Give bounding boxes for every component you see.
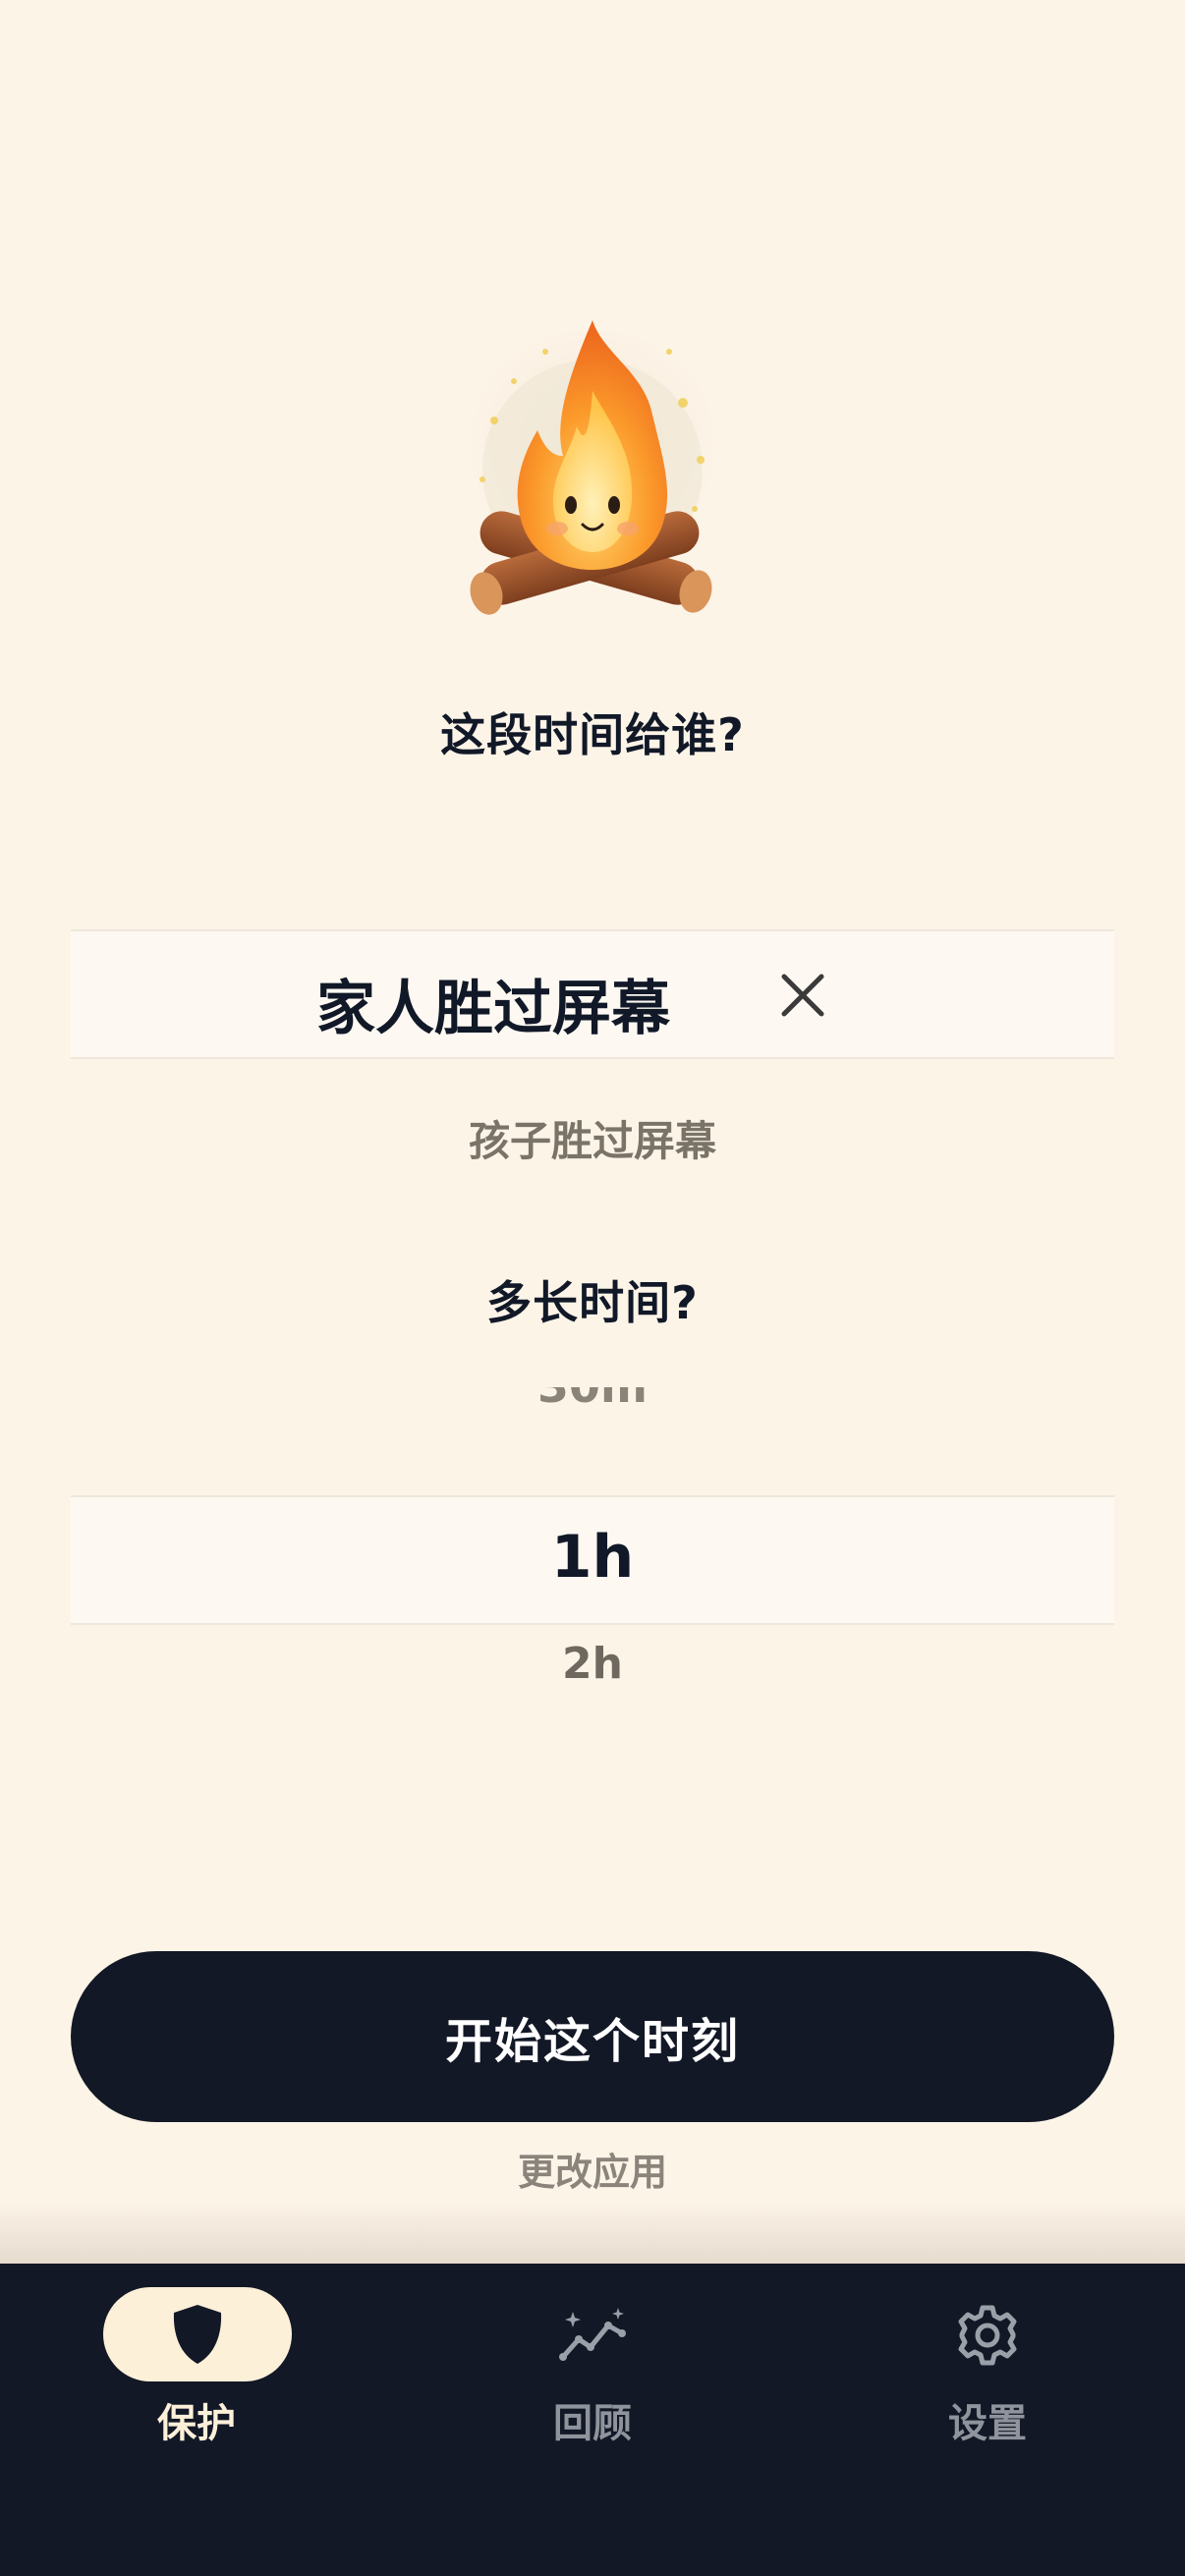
nav-item-review[interactable]: 回顾 [445,2287,740,2464]
duration-selected-option[interactable]: 1h [71,1523,1114,1592]
who-question: 这段时间给谁? [440,708,745,761]
duration-question: 多长时间? [486,1276,699,1329]
gear-icon [943,2291,1032,2380]
nav-item-settings[interactable]: 设置 [840,2287,1135,2464]
protect-screen: 这段时间给谁? 家人胜过屏幕 孩子胜过屏幕 多长时间? 30m 1h 2h 开始… [0,0,1185,2576]
nav-item-protect[interactable]: 保护 [49,2287,344,2464]
change-apps-link[interactable]: 更改应用 [0,2142,1185,2196]
sparkle-trend-icon [548,2291,637,2380]
nav-label-review: 回顾 [553,2401,632,2446]
duration-next-option[interactable]: 2h [0,1639,1185,1689]
close-icon[interactable] [780,973,825,1018]
who-next-option[interactable]: 孩子胜过屏幕 [0,1108,1185,1168]
duration-prev-option-clip: 30m [0,1387,1185,1411]
campfire-mascot-icon [463,320,722,615]
start-moment-button[interactable]: 开始这个时刻 [71,1951,1114,2122]
who-picker-selected-row[interactable]: 家人胜过屏幕 [71,929,1114,1059]
shield-icon [173,2305,222,2364]
duration-prev-option[interactable]: 30m [0,1387,1185,1411]
active-tab-pill [103,2287,292,2381]
duration-picker-selected-row[interactable]: 1h [71,1495,1114,1625]
nav-shadow [0,2201,1185,2264]
nav-label-settings: 设置 [948,2401,1027,2446]
who-selected-option[interactable]: 家人胜过屏幕 [316,961,670,1046]
bottom-navigation: 保护 回顾 设置 [0,2264,1185,2576]
clear-button[interactable] [768,961,837,1030]
nav-label-protect: 保护 [157,2401,236,2446]
